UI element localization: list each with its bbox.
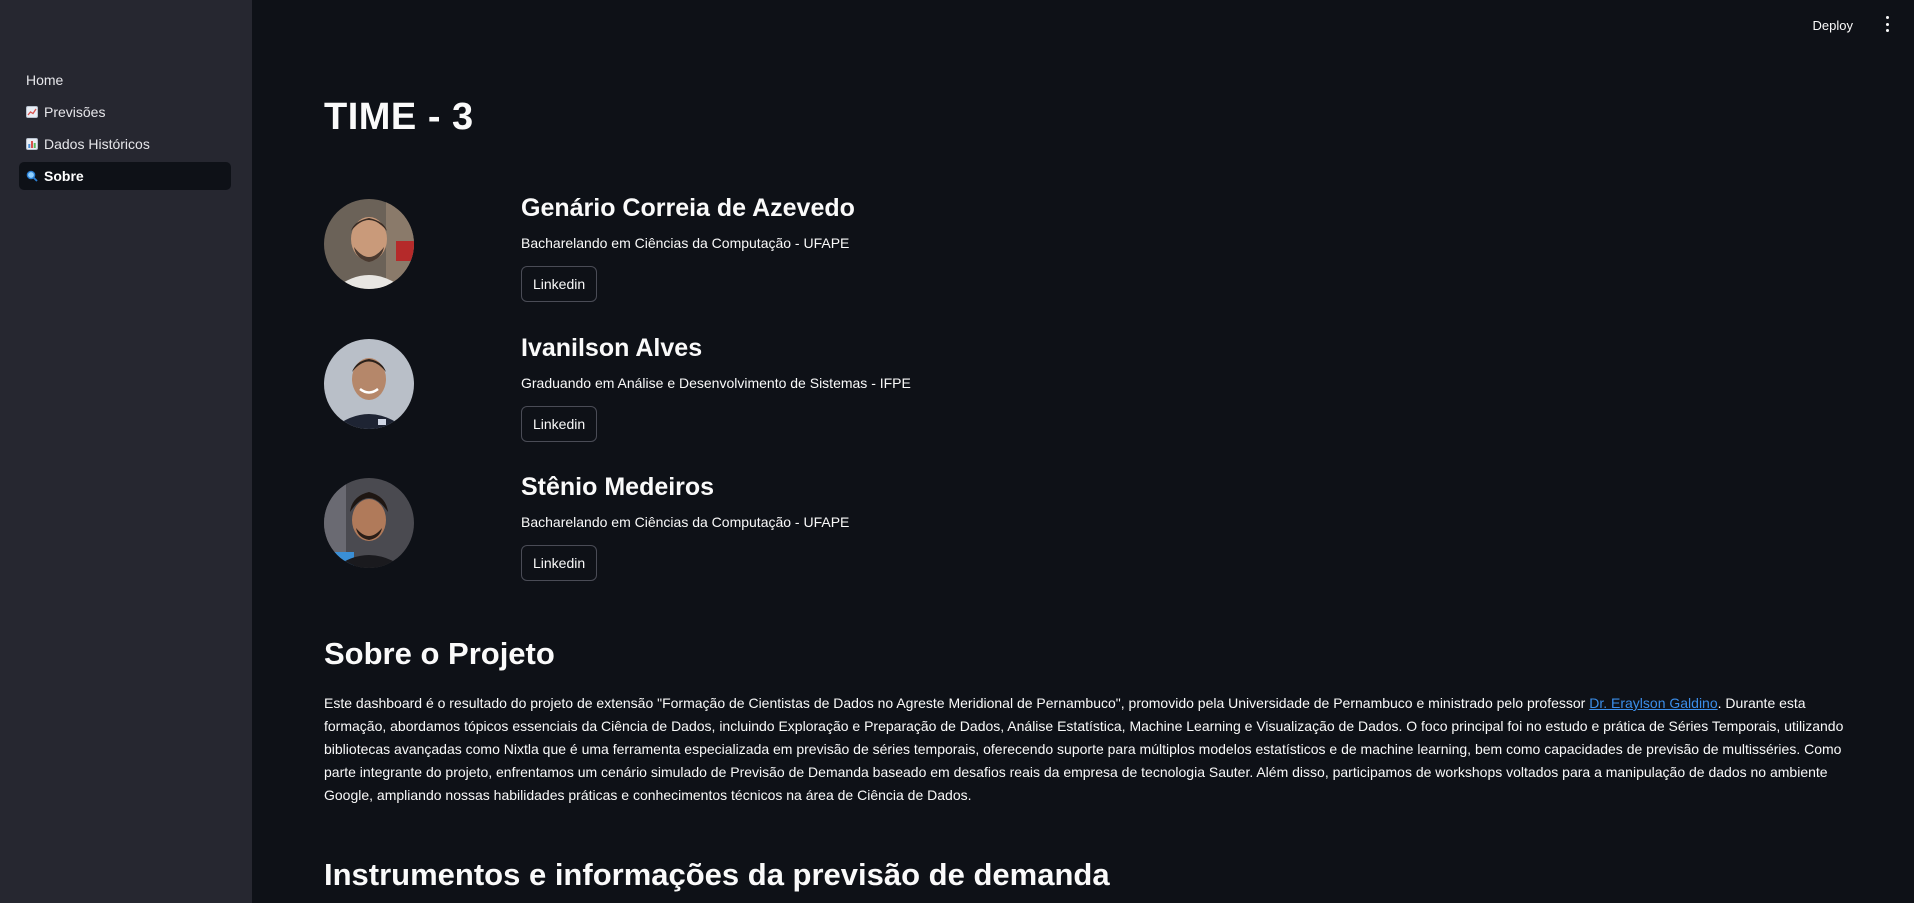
sidebar-nav: Home Previsões Dados Históricos Sobre xyxy=(19,66,231,194)
member-name: Stênio Medeiros xyxy=(521,473,715,501)
sidebar-item-label: Home xyxy=(26,72,64,88)
avatar xyxy=(324,199,414,289)
sidebar-item-dados-historicos[interactable]: Dados Históricos xyxy=(19,130,231,158)
linkedin-button[interactable]: Linkedin xyxy=(521,266,598,302)
member-card: Stênio Medeiros Bacharelando em Ciências… xyxy=(324,473,1224,588)
page-title: TIME - 3 xyxy=(324,96,474,138)
sidebar-item-label: Previsões xyxy=(44,104,106,120)
member-description: Graduando em Análise e Desenvolvimento d… xyxy=(521,375,911,391)
instruments-heading: Instrumentos e informações da previsão d… xyxy=(324,857,1110,892)
app-root: Home Previsões Dados Históricos Sobre De… xyxy=(0,0,1914,903)
member-description: Bacharelando em Ciências da Computação -… xyxy=(521,514,850,530)
member-name: Ivanilson Alves xyxy=(521,334,703,362)
bar-chart-icon xyxy=(26,138,38,150)
member-card: Genário Correia de Azevedo Bacharelando … xyxy=(324,194,1224,309)
about-paragraph: Este dashboard é o resultado do projeto … xyxy=(324,692,1844,807)
professor-link[interactable]: Dr. Eraylson Galdino xyxy=(1589,695,1717,711)
magnifier-icon xyxy=(26,170,38,182)
sidebar-item-label: Sobre xyxy=(44,168,84,184)
member-info: Genário Correia de Azevedo Bacharelando … xyxy=(521,192,855,302)
line-chart-icon xyxy=(26,106,38,118)
about-text-start: Este dashboard é o resultado do projeto … xyxy=(324,695,1590,711)
member-info: Stênio Medeiros Bacharelando em Ciências… xyxy=(521,471,849,581)
member-name: Genário Correia de Azevedo xyxy=(521,194,855,222)
linkedin-button[interactable]: Linkedin xyxy=(521,406,598,442)
sidebar: Home Previsões Dados Históricos Sobre xyxy=(0,0,252,903)
avatar xyxy=(324,339,414,429)
deploy-button[interactable]: Deploy xyxy=(1807,14,1859,37)
about-heading: Sobre o Projeto xyxy=(324,636,555,671)
sidebar-item-label: Dados Históricos xyxy=(44,136,150,152)
kebab-menu-icon[interactable] xyxy=(1884,16,1890,32)
member-card: Ivanilson Alves Graduando em Análise e D… xyxy=(324,334,1224,449)
member-description: Bacharelando em Ciências da Computação -… xyxy=(521,235,850,251)
sidebar-item-sobre[interactable]: Sobre xyxy=(19,162,231,190)
sidebar-item-previsoes[interactable]: Previsões xyxy=(19,98,231,126)
avatar xyxy=(324,478,414,568)
sidebar-item-home[interactable]: Home xyxy=(19,66,231,94)
about-text-end: . Durante esta formação, abordamos tópic… xyxy=(324,695,1844,803)
member-info: Ivanilson Alves Graduando em Análise e D… xyxy=(521,332,911,442)
linkedin-button[interactable]: Linkedin xyxy=(521,545,598,581)
